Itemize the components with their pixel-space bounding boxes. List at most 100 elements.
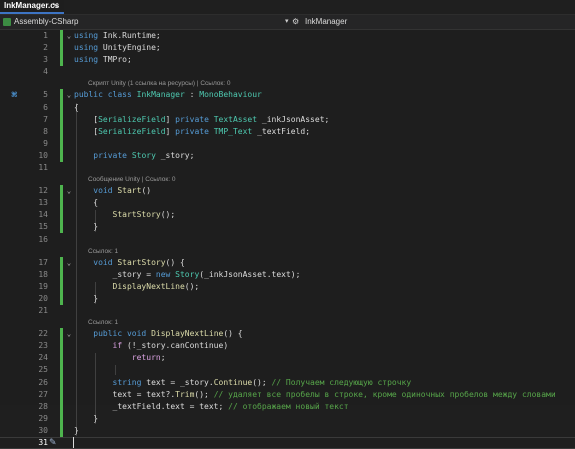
line-number: 6: [43, 102, 48, 112]
code-text: public void DisplayNextLine() {: [93, 329, 243, 339]
code-line[interactable]: 19 DisplayNextLine();: [0, 281, 575, 293]
code-line[interactable]: 12 void Start(): [0, 185, 575, 197]
csharp-project-icon: [3, 18, 11, 26]
code-line[interactable]: 24 return;: [0, 352, 575, 364]
navigation-bar: Assembly-CSharp ▾ ⚙ InkManager: [0, 15, 575, 30]
code-line[interactable]: 6{: [0, 102, 575, 114]
code-line[interactable]: 28 _textField.text = text; // отображаем…: [0, 401, 575, 413]
member-name: InkManager: [305, 17, 348, 26]
code-line[interactable]: 21: [0, 305, 575, 317]
code-text: string text = _story.Continue(); // Полу…: [112, 377, 412, 387]
line-number: 14: [38, 210, 48, 220]
project-dropdown[interactable]: Assembly-CSharp ▾: [2, 16, 289, 28]
close-icon[interactable]: ✕: [52, 1, 59, 10]
codelens[interactable]: Ссылок: 1: [88, 247, 118, 257]
code-line[interactable]: 14 StartStory();: [0, 209, 575, 221]
chevron-icon[interactable]: ⌄: [65, 185, 73, 197]
code-text: using TMPro;: [74, 55, 132, 65]
line-number: 3: [43, 55, 48, 65]
code-text: }: [74, 293, 99, 303]
line-number: 26: [38, 377, 48, 387]
code-text: {: [74, 102, 79, 112]
code-line[interactable]: 17 void StartStory() {: [0, 257, 575, 269]
code-line[interactable]: 10 private Story _story;: [0, 150, 575, 162]
chevron-icon[interactable]: ⌄: [65, 30, 73, 42]
chevron-icon[interactable]: ⌄: [65, 89, 73, 101]
line-number: 22: [38, 329, 48, 339]
code-text: private Story _story;: [93, 150, 195, 160]
code-line[interactable]: 30}: [0, 425, 575, 437]
code-text: using UnityEngine;: [74, 43, 161, 53]
code-editor[interactable]: Скрипт Unity (1 ссылка на ресурсы) | Ссы…: [0, 30, 575, 449]
codelens[interactable]: Сообщение Unity | Ссылок: 0: [88, 175, 175, 185]
line-number: 25: [38, 365, 48, 375]
line-number: 2: [43, 43, 48, 53]
code-line[interactable]: 25: [0, 364, 575, 376]
line-number: 29: [38, 413, 48, 423]
line-number: 13: [38, 198, 48, 208]
line-number: 20: [38, 293, 48, 303]
code-line[interactable]: 1 using Ink.Runtime;: [0, 30, 575, 42]
code-line[interactable]: 3 using TMPro;: [0, 54, 575, 66]
line-number: 28: [38, 401, 48, 411]
code-text: text = text?.Trim(); // удаляет все проб…: [74, 389, 556, 399]
code-text: [SerializeField] private TMP_Text _textF…: [74, 126, 311, 136]
code-line[interactable]: 26 string text = _story.Continue(); // П…: [0, 377, 575, 389]
code-text: }: [74, 413, 99, 423]
line-number: 5: [43, 90, 48, 100]
code-text: public class InkManager : MonoBehaviour: [74, 90, 262, 100]
code-text: [SerializeField] private TextAsset _inkJ…: [74, 114, 330, 124]
code-text: if (!_story.canContinue): [112, 341, 229, 351]
project-name: Assembly-CSharp: [14, 17, 79, 26]
code-text: void Start(): [93, 186, 152, 196]
code-text: _story = new Story(_inkJsonAsset.text);: [74, 269, 301, 279]
code-line[interactable]: 27 text = text?.Trim(); // удаляет все п…: [0, 389, 575, 401]
code-line[interactable]: 16: [0, 234, 575, 246]
unity-script-icon[interactable]: ⌘: [11, 89, 18, 101]
line-number: 15: [38, 222, 48, 232]
text-cursor: [73, 437, 74, 448]
code-text: void StartStory() {: [93, 257, 185, 267]
code-line[interactable]: 29 }: [0, 413, 575, 425]
code-line[interactable]: 2 using UnityEngine;: [0, 42, 575, 54]
code-line[interactable]: 4: [0, 66, 575, 78]
code-line[interactable]: 20 }: [0, 293, 575, 305]
line-number: 8: [43, 126, 48, 136]
line-number: 17: [38, 257, 48, 267]
line-number: 24: [38, 353, 48, 363]
code-line[interactable]: 22 public void DisplayNextLine() {: [0, 328, 575, 340]
chevron-down-icon: ▾: [285, 18, 289, 25]
code-text: StartStory();: [112, 210, 176, 220]
code-text: }: [74, 425, 79, 435]
line-number: 21: [38, 306, 48, 315]
tab-label: InkManager.cs: [4, 1, 60, 10]
line-number: 16: [38, 234, 48, 244]
line-number: 18: [38, 269, 48, 279]
code-text: _textField.text = text; // отображаем но…: [74, 401, 349, 411]
line-number: 12: [38, 186, 48, 196]
code-line[interactable]: 9: [0, 138, 575, 150]
pencil-icon[interactable]: ✎: [49, 437, 57, 449]
code-line[interactable]: 11: [0, 162, 575, 174]
line-number: 7: [43, 114, 48, 124]
class-icon: ⚙: [292, 17, 300, 26]
code-line[interactable]: 23 if (!_story.canContinue): [0, 340, 575, 352]
code-line[interactable]: 7 [SerializeField] private TextAsset _in…: [0, 114, 575, 126]
chevron-icon[interactable]: ⌄: [65, 257, 73, 269]
code-line[interactable]: 15 }: [0, 221, 575, 233]
line-number: 31: [38, 438, 48, 447]
code-line[interactable]: 8 [SerializeField] private TMP_Text _tex…: [0, 126, 575, 138]
line-number: 23: [38, 341, 48, 351]
code-line[interactable]: 31: [0, 437, 575, 449]
code-line[interactable]: 18 _story = new Story(_inkJsonAsset.text…: [0, 269, 575, 281]
line-number: 1: [43, 31, 48, 40]
code-line[interactable]: 13 {: [0, 197, 575, 209]
chevron-icon[interactable]: ⌄: [65, 328, 73, 340]
code-text: return;: [131, 353, 166, 363]
line-number: 9: [43, 138, 48, 148]
tab-inkmanager[interactable]: InkManager.cs ✕: [0, 0, 64, 14]
codelens[interactable]: Скрипт Unity (1 ссылка на ресурсы) | Ссы…: [88, 79, 231, 89]
codelens[interactable]: Ссылок: 1: [88, 318, 118, 328]
member-dropdown[interactable]: ⚙ InkManager: [292, 16, 572, 28]
code-line[interactable]: 5 public class InkManager : MonoBehaviour: [0, 89, 575, 101]
